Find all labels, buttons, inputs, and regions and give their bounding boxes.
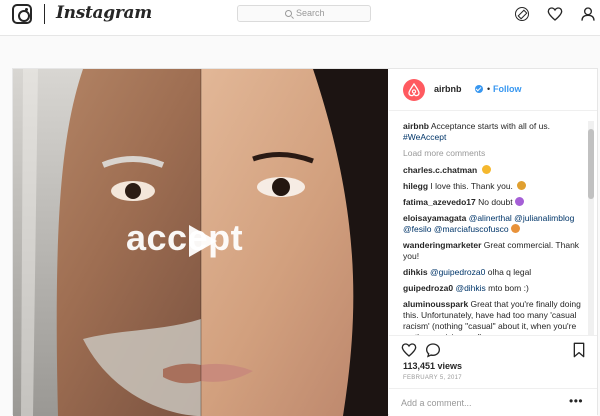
- list-item: dihkis @guipedroza0 olha q legal: [403, 267, 587, 278]
- caption-text: Acceptance starts with all of us.: [428, 121, 550, 131]
- play-icon[interactable]: [181, 221, 221, 261]
- comment-text: No doubt: [475, 197, 513, 207]
- comment-mentions[interactable]: @guipedroza0: [430, 267, 485, 277]
- search-placeholder: Search: [296, 8, 325, 18]
- post-video[interactable]: accept: [13, 69, 388, 416]
- comments-scrollbar[interactable]: [588, 121, 594, 335]
- emoji-icon: [510, 224, 520, 233]
- comment-mentions[interactable]: @dihkis: [455, 283, 485, 293]
- scrollbar-thumb[interactable]: [588, 129, 594, 199]
- instagram-logo-icon[interactable]: [12, 4, 32, 24]
- comments-list: airbnb Acceptance starts with all of us.…: [403, 121, 587, 335]
- caption-username[interactable]: airbnb: [403, 121, 429, 131]
- explore-compass-icon[interactable]: [515, 7, 529, 21]
- comment-username[interactable]: wanderingmarketer: [403, 240, 481, 250]
- comment-username[interactable]: eloisayamagata: [403, 213, 466, 223]
- more-options-icon[interactable]: •••: [569, 395, 583, 407]
- bookmark-icon[interactable]: [572, 342, 586, 358]
- search-input[interactable]: Search: [237, 5, 371, 22]
- post-username[interactable]: airbnb: [434, 84, 462, 94]
- search-icon: [285, 10, 292, 17]
- add-comment-bar: •••: [389, 388, 597, 416]
- list-item: hilegg I love this. Thank you.: [403, 181, 587, 192]
- follow-button[interactable]: Follow: [493, 84, 522, 94]
- list-item: wanderingmarketer Great commercial. Than…: [403, 240, 587, 262]
- list-item: guipedroza0 @dihkis mto bom :): [403, 283, 587, 294]
- comment-username[interactable]: fatima_azevedo17: [403, 197, 476, 207]
- load-more-comments-button[interactable]: Load more comments: [403, 148, 587, 159]
- comment-username[interactable]: charles.c.chatman: [403, 165, 477, 175]
- comment-bubble-icon[interactable]: [425, 342, 441, 358]
- list-item: aluminousspark Great that you're finally…: [403, 299, 587, 335]
- caption-hashtag[interactable]: #WeAccept: [403, 132, 446, 142]
- post-header: airbnb • Follow: [389, 69, 597, 111]
- nav-divider: [44, 4, 45, 24]
- comment-username[interactable]: hilegg: [403, 181, 428, 191]
- emoji-icon: [517, 181, 527, 190]
- comment-text: mto bom :): [485, 283, 529, 293]
- airbnb-logo-icon: [408, 82, 420, 97]
- comment-username[interactable]: dihkis: [403, 267, 428, 277]
- avatar[interactable]: [403, 79, 425, 101]
- instagram-wordmark[interactable]: Instagram: [56, 3, 152, 23]
- comment-username[interactable]: guipedroza0: [403, 283, 453, 293]
- verified-badge-icon: [475, 85, 483, 93]
- separator-dot: •: [487, 84, 491, 94]
- comment-text: I love this. Thank you.: [428, 181, 516, 191]
- list-item: eloisayamagata @alinerthal @julianalimbl…: [403, 213, 587, 235]
- post-date[interactable]: FEBRUARY 5, 2017: [403, 375, 462, 381]
- comment-text: olha q legal: [485, 267, 532, 277]
- post-caption: airbnb Acceptance starts with all of us.…: [403, 121, 587, 143]
- view-count[interactable]: 113,451 views: [403, 361, 462, 371]
- activity-heart-icon[interactable]: [547, 6, 563, 22]
- list-item: fatima_azevedo17 No doubt: [403, 197, 587, 208]
- list-item: charles.c.chatman: [403, 165, 587, 176]
- comment-username[interactable]: aluminousspark: [403, 299, 468, 309]
- post-card: accept airbnb • Follow airbnb Acceptance…: [12, 68, 598, 416]
- top-nav: Instagram Search: [0, 0, 600, 36]
- emoji-icon: [514, 197, 524, 206]
- emoji-icon: [481, 165, 491, 174]
- add-comment-input[interactable]: [401, 396, 551, 410]
- post-sidebar: airbnb • Follow airbnb Acceptance starts…: [389, 69, 597, 416]
- post-actions: [389, 335, 597, 363]
- like-heart-icon[interactable]: [401, 342, 417, 358]
- profile-person-icon[interactable]: [580, 6, 596, 22]
